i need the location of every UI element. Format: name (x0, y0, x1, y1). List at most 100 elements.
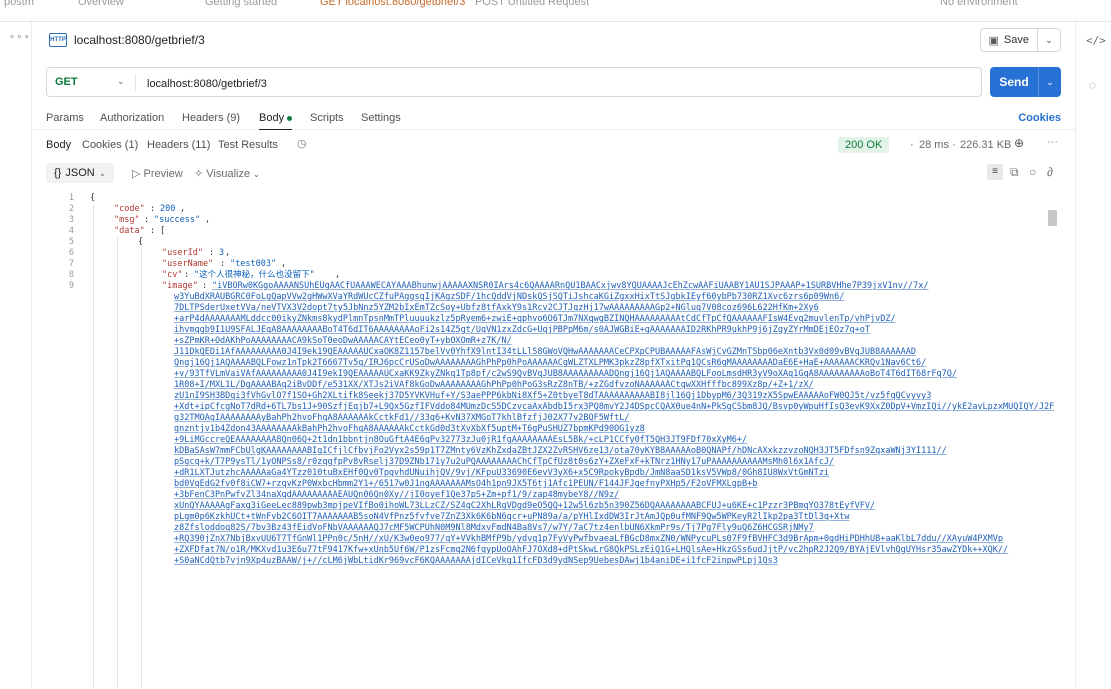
meta-separator: · (952, 139, 956, 151)
response-time[interactable]: 28 ms (919, 139, 949, 151)
json-key: "cv" (162, 270, 183, 280)
response-body-code[interactable]: 1 2 3 4 5 6 7 8 9 { "code" : 200 , "msg"… (32, 192, 1075, 689)
tab-response-cookies[interactable]: Cookies (1) (82, 139, 138, 151)
tab-scripts[interactable]: Scripts (310, 112, 344, 124)
line-number: 2 (68, 204, 74, 214)
save-label: Save (1003, 34, 1029, 46)
json-key: "userId" (162, 248, 203, 258)
tab-strip-item[interactable]: Getting started (205, 0, 277, 8)
tab-strip-item[interactable]: Overview (78, 0, 124, 8)
tab-body[interactable]: Body (259, 112, 293, 130)
image-base64-value: "iVBORw0KGgoAAAANSUhEUgAACfUAAAWECAYAAAB… (212, 281, 929, 291)
json-value: 200 (160, 204, 176, 214)
http-icon: HTTP (49, 33, 67, 47)
json-colon: : (220, 259, 226, 269)
status-badge[interactable]: 200 OK (838, 137, 890, 153)
globe-icon[interactable]: ⊕ (1014, 136, 1024, 150)
indent-guide (93, 204, 94, 689)
history-icon[interactable]: ◷ (297, 137, 307, 150)
line-number-gutter: 1 2 3 4 5 6 7 8 9 (32, 192, 74, 689)
more-options-icon[interactable]: ··· (1047, 136, 1058, 148)
tab-strip-item[interactable]: No environment (940, 0, 1018, 8)
json-key: "msg" (114, 215, 140, 225)
format-label: JSON (65, 167, 95, 179)
left-rail: ∘∘∘ (0, 22, 32, 689)
image-base64-line: bd0VqEdG2fv0f8iCW7+rzqvKzP0WxbcHbmm2Y1+/… (174, 479, 758, 489)
more-dots-icon[interactable]: ∘∘∘ (9, 32, 31, 43)
image-base64-line: +Xdt+ipCfcgNoT7dRd+6TL7bs1J+90SzfjEqjb7+… (174, 402, 1054, 412)
tab-body-label: Body (259, 112, 285, 124)
json-colon: : (184, 270, 190, 280)
json-value: "这个人很神秘，什么也没留下" (194, 270, 315, 280)
tab-test-results[interactable]: Test Results (218, 139, 278, 151)
link-icon[interactable]: ∂ (1047, 165, 1053, 179)
visualize-label: Visualize (206, 168, 251, 180)
send-button[interactable]: Send (990, 67, 1039, 97)
response-tabs: Body Cookies (1) Headers (11) Test Resul… (32, 130, 1075, 158)
tab-params[interactable]: Params (46, 112, 84, 124)
line-number: 6 (68, 248, 74, 258)
json-comma: , (225, 248, 231, 258)
copy-icon[interactable]: ⧉ (1010, 165, 1019, 180)
code-scrollbar[interactable] (1048, 210, 1057, 689)
chevron-down-icon: ⌄ (98, 167, 107, 178)
image-base64-line: +ZXFDfat7N/o1R/MKXvd1u3E6u77tF9417Kfw+xU… (174, 545, 1009, 555)
tab-strip-item[interactable]: GET localhost:8080/getbrief/3 (320, 0, 465, 8)
json-value: "success" (154, 215, 201, 225)
json-colon: : (144, 215, 150, 225)
method-select[interactable]: GET (55, 76, 78, 88)
tab-strip-item[interactable]: postm (4, 0, 34, 8)
wrap-lines-icon[interactable]: ≡ (987, 164, 1003, 180)
scrollbar-thumb[interactable] (1048, 210, 1057, 226)
json-value: "test003" (230, 259, 277, 269)
image-base64-line: pLgm0p6KzkhUCt+tWnFvb2C6OIT7AAAAAAAB5soN… (174, 512, 850, 522)
chevron-down-icon[interactable]: ⌄ (1038, 29, 1060, 51)
json-brace: { (138, 237, 144, 247)
preview-button[interactable]: ▷ Preview (132, 167, 183, 180)
lightbulb-icon[interactable]: ◌ (1089, 78, 1096, 92)
image-base64-line: +9LiMGccreQEAAAAAAAA8Qn06Q+2t1dn1bbntjn8… (174, 435, 748, 445)
meta-separator: · (910, 139, 914, 151)
play-icon: ▷ (132, 168, 144, 180)
save-disk-icon: ▣ (988, 34, 999, 47)
braces-icon: {} (54, 167, 62, 179)
json-comma: , (180, 204, 186, 214)
tab-headers[interactable]: Headers (9) (182, 112, 240, 124)
image-base64-line: ihvmqgb9I1U9SFALJEqA8AAAAAAAABoT4T6dIT6A… (174, 325, 870, 335)
json-colon: : (209, 248, 215, 258)
send-button-group: Send ⌄ (990, 67, 1061, 97)
indent-guide (117, 237, 118, 689)
image-base64-line: z8Zfsloddoq82S/7bv3Bz43fEidVoFNbVAAAAAAQ… (174, 523, 814, 533)
image-base64-line: +dR1LXTJutzhcAAAAAaGa4YTzz010tuBxEHf0Qv0… (174, 468, 830, 478)
json-comma: , (205, 215, 211, 225)
visualize-button[interactable]: ✧ Visualize ⌄ (194, 167, 260, 180)
cookies-link[interactable]: Cookies (1018, 112, 1061, 124)
chevron-down-icon[interactable]: ⌄ (117, 76, 125, 87)
line-number: 9 (68, 281, 74, 291)
tab-settings[interactable]: Settings (361, 112, 401, 124)
visualize-icon: ✧ (194, 168, 207, 180)
chevron-down-icon[interactable]: ⌄ (1039, 67, 1061, 97)
format-select[interactable]: {} JSON ⌄ (46, 163, 115, 183)
top-tab-strip: postm Overview Getting started GET local… (0, 0, 1111, 22)
line-number: 5 (68, 237, 74, 247)
json-colon: : (150, 226, 156, 236)
line-number: 7 (68, 259, 74, 269)
url-input[interactable] (147, 76, 967, 92)
tab-response-headers[interactable]: Headers (11) (147, 139, 210, 151)
tab-authorization[interactable]: Authorization (100, 112, 164, 124)
tab-strip-item[interactable]: POST Untitled Request (475, 0, 589, 8)
image-base64-line: pSgcq+k/T7P9ysTl/1yONPSs8/r0zqgfpPv8vRse… (174, 457, 835, 467)
json-comma: , (281, 259, 287, 269)
image-base64-line: +3bFenC3PnPwfvZl34naXqdAAAAAAAAAEAUQn06Q… (174, 490, 620, 500)
image-base64-line: +RQ390jZnX7NbjBxvUU6T7TfGnWl1PPn0c/5nH//… (174, 534, 1004, 544)
image-base64-line: 1R08+I/MXL1L/DgAAAABAq2iBvDDf/e531XX/XTJ… (174, 380, 814, 390)
response-size[interactable]: 226.31 KB (960, 139, 1011, 151)
request-title[interactable]: localhost:8080/getbrief/3 (74, 33, 205, 47)
tab-response-body[interactable]: Body (46, 139, 71, 151)
code-icon[interactable]: </> (1086, 34, 1106, 47)
json-key: "image" (162, 281, 198, 291)
search-icon[interactable]: ○ (1029, 165, 1036, 179)
save-button[interactable]: ▣ Save (981, 29, 1038, 51)
chevron-down-icon: ⌄ (250, 169, 261, 179)
